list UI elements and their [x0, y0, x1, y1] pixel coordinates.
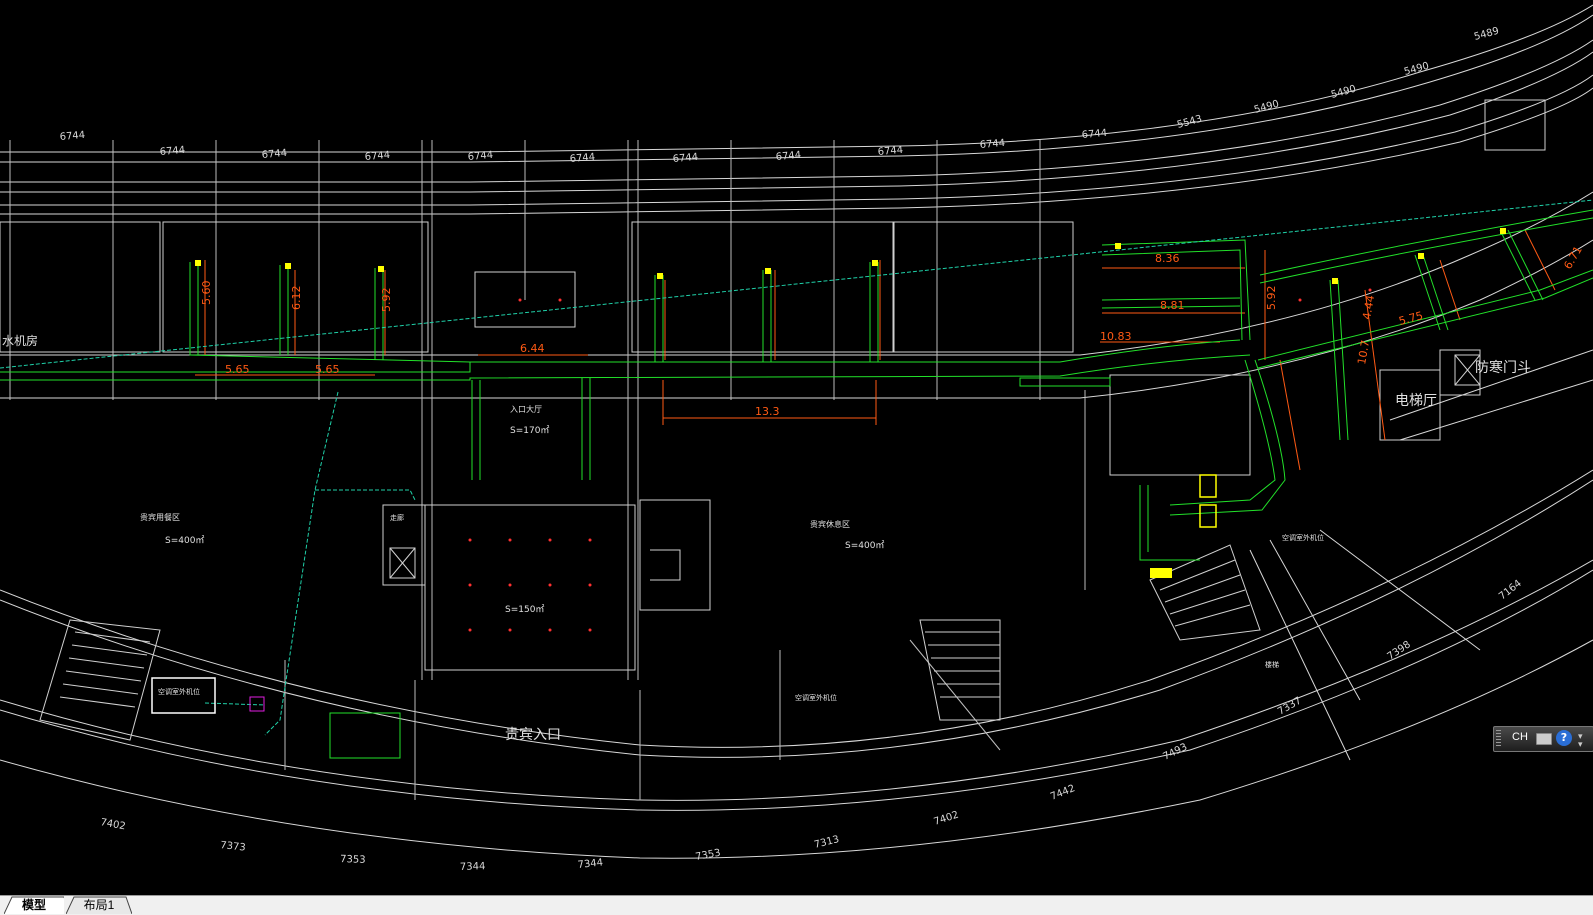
room-label-area-400a: S=400㎡	[165, 535, 204, 546]
ime-language-bar[interactable]: CH ? ▾ ▾	[1493, 726, 1593, 752]
room-label-anti-door: 防寒门斗	[1475, 359, 1531, 376]
language-indicator[interactable]: CH	[1512, 731, 1528, 743]
water-pipes	[0, 199, 1593, 736]
chevron-down-icon[interactable]: ▾ ▾	[1578, 733, 1583, 750]
duct-dim-label: 4.44	[1360, 294, 1377, 320]
room-label-ac-outdoor-2: 空调室外机位	[795, 693, 837, 702]
top-axis-dim: 6744	[775, 150, 801, 163]
duct-dim-label: 6.12	[290, 286, 303, 311]
layout-tab-bar: 模型 布局1	[0, 895, 1593, 915]
building-outline-top	[0, 4, 1593, 399]
top-axis-dim: 5490	[1330, 84, 1357, 101]
bottom-axis-dim: 7402	[933, 810, 961, 828]
top-axis-dim: 6744	[159, 145, 185, 158]
bottom-axis-dim: 7442	[1049, 783, 1077, 803]
duct-dim-label: 6.71	[1561, 244, 1585, 272]
top-axis-dim: 6744	[59, 130, 85, 143]
bottom-axis-dim: 7353	[340, 854, 366, 866]
duct-dim-label: 5.75	[1397, 309, 1424, 328]
bottom-axis-dim: 7353	[695, 848, 722, 863]
top-axis-dimensions: 6744 6744 6744 6744 6744 6744 6744 6744 6744 6744…	[59, 26, 1500, 165]
column-grid	[9, 140, 1086, 800]
building-outline-bottom	[0, 469, 1593, 859]
bottom-axis-dim: 7344	[577, 857, 603, 871]
duct-dim-label: 5.92	[380, 288, 393, 313]
top-axis-dim: 6744	[364, 150, 390, 163]
top-axis-dim: 5490	[1253, 99, 1280, 116]
duct-dim-label: 8.81	[1160, 299, 1185, 312]
room-label-elevator-hall: 电梯厅	[1395, 393, 1437, 409]
duct-dim-label: 10.83	[1100, 330, 1132, 343]
room-label-entry-hall: 入口大厅	[510, 404, 542, 414]
duct-dim-label: 13.3	[755, 405, 780, 418]
room-label-guest-dining: 贵宾用餐区	[140, 512, 180, 522]
duct-dim-label: 6.44	[520, 342, 545, 355]
room-label-area-170: S=170㎡	[510, 425, 549, 436]
top-axis-dim: 6744	[877, 145, 903, 158]
top-axis-dim: 6744	[467, 150, 493, 163]
floor-plan-drawing[interactable]: 6744 6744 6744 6744 6744 6744 6744 6744 6744 6744…	[0, 0, 1593, 895]
equipment-units	[151, 228, 1506, 714]
bottom-axis-dim: 7402	[99, 817, 126, 832]
room-label-vip-entrance: 贵宾入口	[505, 727, 561, 743]
duct-dim-label: 5.65	[225, 363, 250, 376]
top-axis-dim: 5543	[1176, 114, 1203, 131]
top-axis-dim: 5489	[1473, 26, 1500, 43]
bottom-axis-dimensions: 7402 7373 7353 7344 7344 7353 7313 7402 7442 7493…	[99, 578, 1523, 873]
bottom-axis-dim: 7344	[460, 861, 486, 873]
tab-model-label: 模型	[21, 898, 46, 912]
tab-layout1[interactable]: 布局1	[66, 896, 132, 914]
bottom-axis-dim: 7493	[1161, 742, 1189, 763]
elevator-boxes	[389, 354, 1481, 579]
help-icon[interactable]: ?	[1556, 730, 1572, 746]
tab-model[interactable]: 模型	[4, 896, 64, 914]
top-axis-dim: 6744	[1081, 128, 1107, 141]
top-axis-dim: 6744	[979, 138, 1005, 151]
duct-dim-label: 8.36	[1155, 252, 1180, 265]
room-label-vip-lounge: 贵宾休息区	[810, 519, 850, 529]
room-label-machine-room: 水机房	[2, 333, 38, 348]
room-walls	[0, 99, 1546, 671]
duct-dim-label: 5.60	[200, 281, 213, 306]
top-axis-dim: 6744	[672, 152, 698, 165]
stairs-hatch	[39, 544, 1261, 741]
bottom-axis-dim: 7398	[1386, 639, 1413, 662]
bottom-axis-dim: 7313	[813, 834, 840, 851]
cad-model-space[interactable]: 6744 6744 6744 6744 6744 6744 6744 6744 6744 6744…	[0, 0, 1593, 895]
right-detail-lines	[1249, 349, 1593, 761]
room-label-corridor: 走廊	[390, 513, 404, 522]
tab-layout1-label: 布局1	[83, 898, 115, 912]
room-label-area-400b: S=400㎡	[845, 540, 884, 551]
room-label-ac-outdoor-1: 空调室外机位	[158, 687, 200, 696]
duct-dim-label: 5.92	[1265, 286, 1278, 311]
bottom-axis-dim: 7164	[1497, 578, 1524, 602]
top-axis-dim: 6744	[261, 148, 287, 161]
room-label-stair: 楼梯	[1265, 660, 1279, 669]
top-axis-dim: 5490	[1403, 61, 1430, 78]
keyboard-icon[interactable]	[1536, 733, 1552, 745]
top-axis-dim: 6744	[569, 152, 595, 165]
room-labels: 贵宾用餐区 S=400㎡ 贵宾休息区 S=400㎡ 入口大厅 S=170㎡ S=…	[2, 333, 1531, 743]
bottom-axis-dim: 7373	[220, 840, 246, 854]
room-label-ac-outdoor-3: 空调室外机位	[1282, 533, 1324, 542]
room-label-area-150: S=150㎡	[505, 604, 544, 615]
duct-dim-label: 10.7	[1355, 339, 1372, 365]
duct-dim-label: 5.65	[315, 363, 340, 376]
language-bar-grip[interactable]	[1496, 730, 1501, 748]
